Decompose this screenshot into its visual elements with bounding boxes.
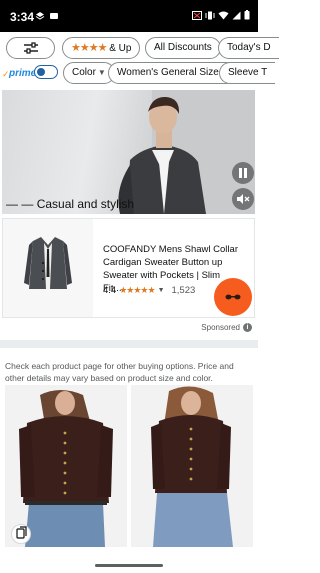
womens-size-label: Women's General Size [117, 67, 219, 78]
compare-icon [16, 526, 27, 539]
result-image-1[interactable] [5, 385, 127, 547]
info-icon: i [243, 323, 252, 332]
vibrate-icon [205, 11, 215, 19]
sleeve-label: Sleeve T [228, 67, 268, 78]
system-nav-bar [0, 557, 258, 573]
review-count: 1,523 [171, 285, 196, 296]
status-icons [192, 10, 250, 20]
status-time: 3:34 [10, 10, 35, 24]
womens-cardigan-image [131, 385, 253, 547]
buying-options-notice: Check each product page for other buying… [5, 361, 234, 383]
sponsored-text: Sponsored [201, 323, 240, 332]
chevron-down-icon: ▼ [157, 287, 165, 294]
rating-stars: ★★★★★ [119, 285, 155, 295]
product-rating[interactable]: 4.4 ★★★★★ ▼ 1,523 [103, 285, 195, 296]
video-ad[interactable]: — — Casual and stylish [2, 90, 255, 214]
caption-dash: — — [6, 197, 34, 211]
caption-text: Casual and stylish [36, 197, 135, 211]
rating-stars: ★★★★ [71, 42, 107, 54]
cardigan-image [24, 237, 72, 289]
prime-label: prime [9, 68, 37, 79]
compare-button[interactable] [11, 524, 31, 544]
chevron-down-icon: ▼ [97, 68, 106, 77]
signal-icon [232, 11, 241, 19]
rating-filter-label: & Up [109, 43, 132, 54]
sim-card-icon [50, 13, 58, 19]
video-caption: — — Casual and stylish [6, 197, 134, 211]
pause-icon [239, 168, 247, 178]
pause-button[interactable] [232, 162, 254, 184]
rating-filter-chip[interactable]: ★★★★ & Up [62, 37, 141, 59]
wifi-icon [218, 11, 229, 19]
sliders-icon [24, 42, 38, 54]
mute-button[interactable] [232, 188, 254, 210]
color-filter-label: Color [72, 67, 96, 78]
battery-saver-icon [192, 10, 202, 20]
filter-settings-button[interactable] [6, 37, 55, 59]
result-image-2[interactable] [131, 385, 253, 547]
section-divider [0, 340, 258, 348]
sleeve-chip[interactable]: Sleeve T [219, 62, 276, 84]
assistant-face-icon [225, 294, 241, 300]
status-bar: 3:34 [0, 0, 258, 32]
rating-value: 4.4 [103, 285, 117, 296]
layers-icon [35, 12, 45, 20]
womens-cardigan-image [5, 385, 127, 547]
all-discounts-label: All Discounts [154, 42, 212, 53]
product-image [3, 219, 93, 317]
muted-speaker-icon [237, 194, 250, 204]
video-frame-image [118, 90, 255, 214]
all-discounts-chip[interactable]: All Discounts [145, 37, 221, 59]
assistant-button[interactable] [214, 278, 252, 316]
toggle-knob [37, 67, 45, 76]
home-gesture-handle[interactable] [95, 564, 163, 567]
todays-deals-chip[interactable]: Today's D [218, 37, 279, 59]
battery-icon [244, 10, 250, 20]
sponsored-label[interactable]: Sponsored i [201, 323, 252, 332]
todays-deals-label: Today's D [227, 42, 271, 53]
prime-toggle[interactable] [34, 65, 58, 79]
